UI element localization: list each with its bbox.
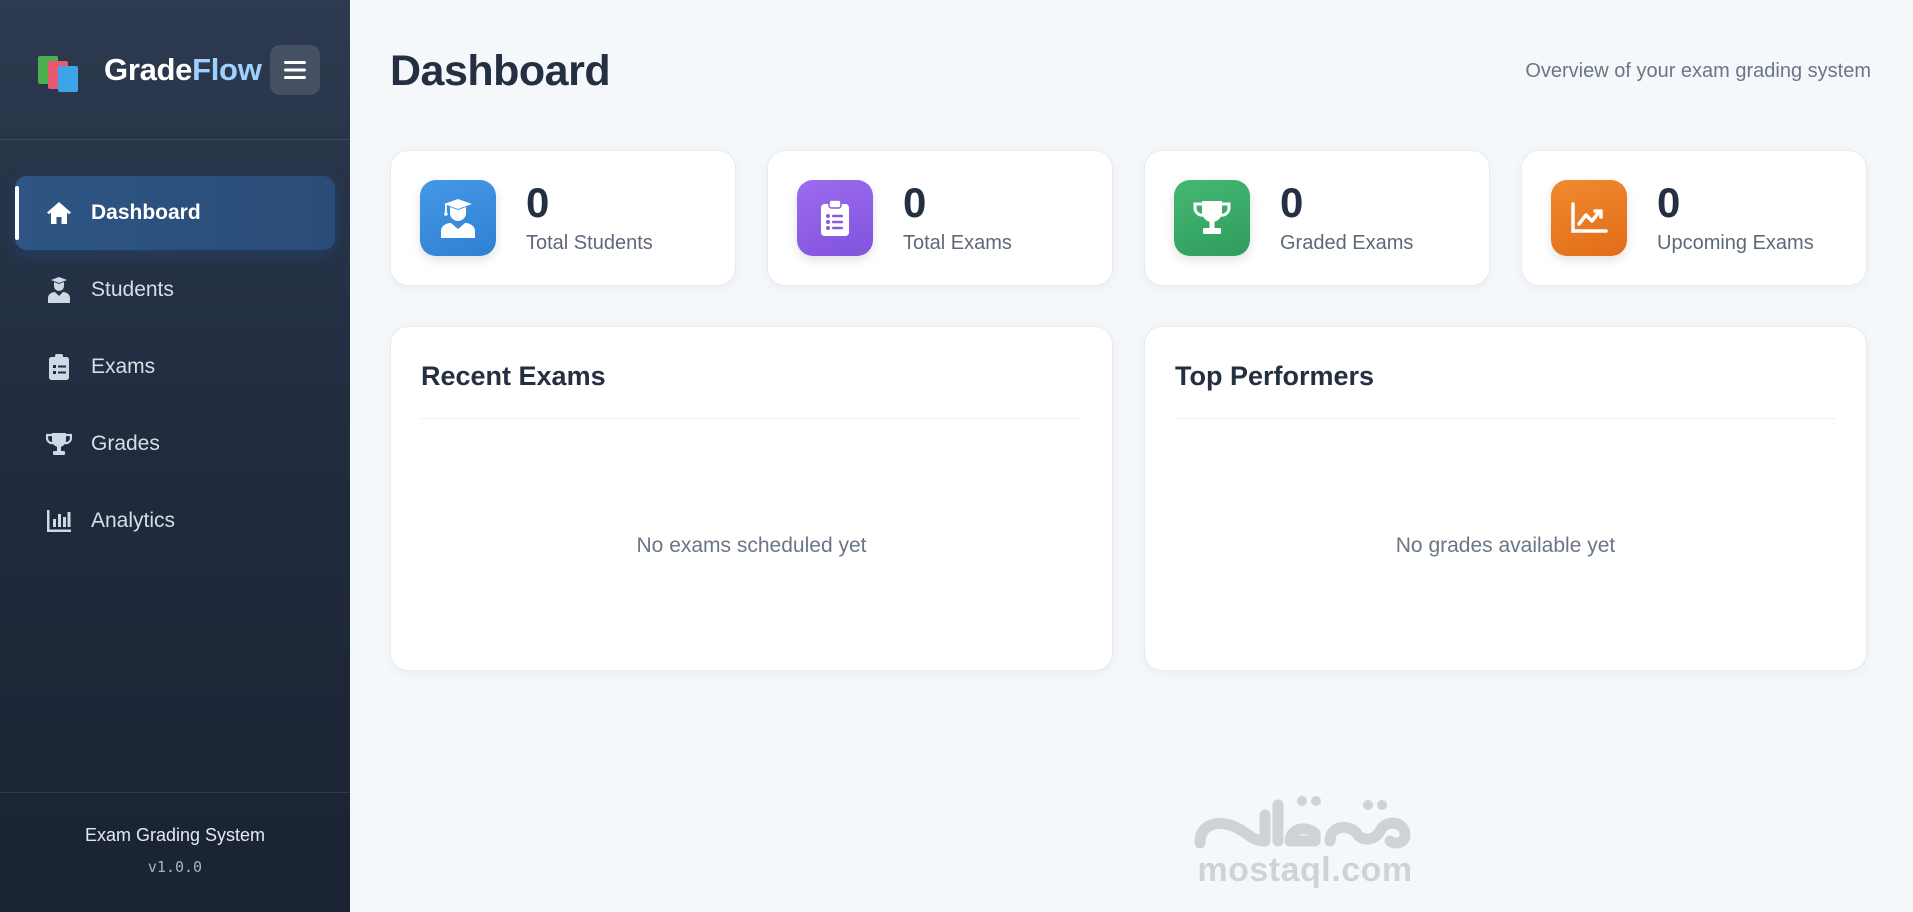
sidebar-item-label: Grades [91,432,160,455]
hamburger-icon [284,60,306,79]
stat-value: 0 [526,178,550,226]
page-subtitle: Overview of your exam grading system [1525,59,1871,82]
panels-row: Recent Exams No exams scheduled yet Top … [390,326,1871,671]
sidebar-item-analytics[interactable]: Analytics [15,484,335,558]
trophy-icon [1174,180,1250,256]
sidebar-item-label: Dashboard [91,201,201,224]
empty-state-text: No exams scheduled yet [636,534,867,557]
stat-label: Total Exams [903,231,1012,254]
footer-version: v1.0.0 [147,858,203,876]
bar-chart-icon [45,507,73,535]
app-root: GradeFlow Dashboard Students Exams Grade… [0,0,1913,912]
stat-value: 0 [1657,178,1681,226]
sidebar-item-label: Students [91,278,174,301]
page-title: Dashboard [390,46,611,95]
footer-title: Exam Grading System [84,825,266,845]
stat-card-upcoming-exams: 0 Upcoming Exams [1521,150,1867,286]
clipboard-list-icon [797,180,873,256]
arabic-logo-icon [1194,796,1411,849]
stat-label: Graded Exams [1280,231,1414,254]
trophy-icon [45,430,73,458]
brand-header: GradeFlow [0,0,350,140]
stat-card-total-exams: 0 Total Exams [767,150,1113,286]
sidebar-item-label: Analytics [91,509,176,532]
stat-card-graded-exams: 0 Graded Exams [1144,150,1490,286]
sidebar-nav: Dashboard Students Exams Grades Analytic… [0,140,350,792]
empty-state-text: No grades available yet [1395,534,1616,557]
trend-chart-icon [1551,180,1627,256]
stat-value: 0 [1280,178,1304,226]
brand-name: GradeFlow [104,51,262,87]
mostaql-watermark: mostaql.com [1190,785,1420,890]
graduate-icon [420,180,496,256]
stat-card-total-students: 0 Total Students [390,150,736,286]
top-performers-panel: Top Performers No grades available yet [1144,326,1867,671]
sidebar-item-label: Exams [91,355,156,378]
sidebar-item-dashboard[interactable]: Dashboard [15,176,335,250]
panel-title: Top Performers [1175,361,1836,419]
main-content: Dashboard Overview of your exam grading … [350,0,1913,912]
watermark-text: mostaql.com [1197,851,1413,889]
stat-label: Upcoming Exams [1657,231,1814,254]
sidebar-item-exams[interactable]: Exams [15,330,335,404]
sidebar-footer: Exam Grading System v1.0.0 [0,792,350,912]
recent-exams-panel: Recent Exams No exams scheduled yet [390,326,1113,671]
stat-value: 0 [903,178,927,226]
books-logo-icon [36,48,80,92]
stats-row: 0 Total Students 0 Total Exams 0 Graded … [390,150,1871,286]
menu-toggle-button[interactable] [270,44,320,95]
sidebar: GradeFlow Dashboard Students Exams Grade… [0,0,350,912]
stat-label: Total Students [526,231,653,254]
student-icon [45,276,73,304]
page-header: Dashboard Overview of your exam grading … [390,0,1871,140]
sidebar-item-grades[interactable]: Grades [15,407,335,481]
sidebar-item-students[interactable]: Students [15,253,335,327]
panel-title: Recent Exams [421,361,1082,419]
clipboard-icon [45,353,73,381]
home-icon [45,199,73,227]
